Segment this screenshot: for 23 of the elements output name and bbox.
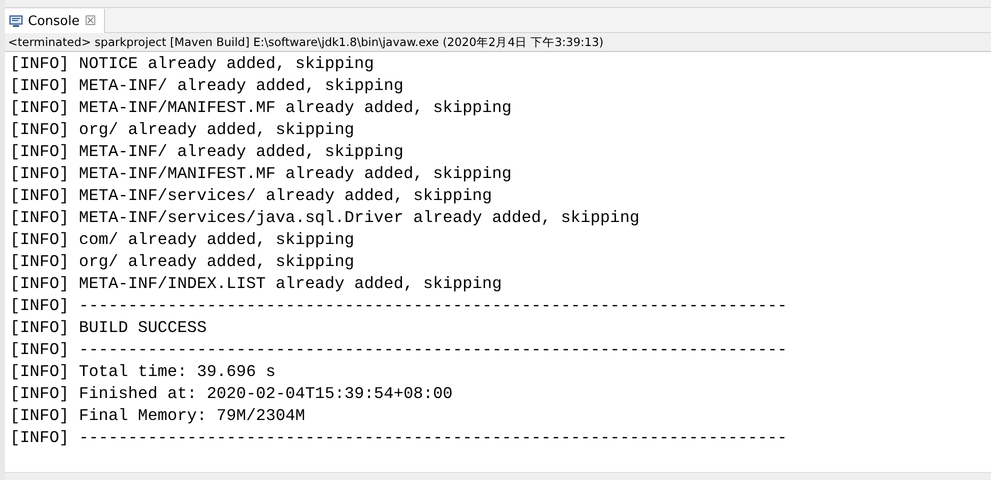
console-line: [INFO] META-INF/MANIFEST.MF already added, skipping [10, 163, 513, 185]
console-line: [INFO] META-INF/MANIFEST.MF already added, skipping [10, 97, 513, 119]
console-line: [INFO] ------------------------------------------------------------------------ [10, 339, 788, 361]
console-line: [INFO] BUILD SUCCESS [10, 317, 208, 339]
horizontal-scrollbar[interactable] [5, 472, 991, 480]
monitor-icon [9, 14, 23, 28]
console-line: [INFO] org/ already added, skipping [10, 119, 356, 141]
console-line: [INFO] META-INF/INDEX.LIST already added, skipping [10, 273, 503, 295]
process-label: <terminated> sparkproject [Maven Build] E:\software\jdk1.8\bin\javaw.exe (2020年2月4日 下午3:39:13) [5, 33, 991, 52]
console-tab[interactable]: Console ☒ [5, 9, 106, 33]
console-line: [INFO] META-INF/ already added, skipping [10, 141, 404, 163]
console-line: [INFO] Finished at: 2020-02-04T15:39:54+08:00 [10, 383, 454, 405]
console-line: [INFO] META-INF/ already added, skipping [10, 75, 404, 97]
console-line: [INFO] Total time: 39.696 s [10, 361, 277, 383]
console-line: [INFO] org/ already added, skipping [10, 251, 356, 273]
console-line: [INFO] ------------------------------------------------------------------------ [10, 427, 788, 449]
console-line: [INFO] NOTICE already added, skipping [10, 53, 375, 75]
console-line: [INFO] Final Memory: 79M/2304M [10, 405, 306, 427]
console-line: [INFO] ------------------------------------------------------------------------ [10, 295, 788, 317]
console-line: [INFO] META-INF/services/java.sql.Driver already added, skipping [10, 207, 641, 229]
console-line: [INFO] com/ already added, skipping [10, 229, 356, 251]
console-line: [INFO] META-INF/services/ already added, skipping [10, 185, 493, 207]
close-icon[interactable]: ☒ [84, 14, 96, 28]
